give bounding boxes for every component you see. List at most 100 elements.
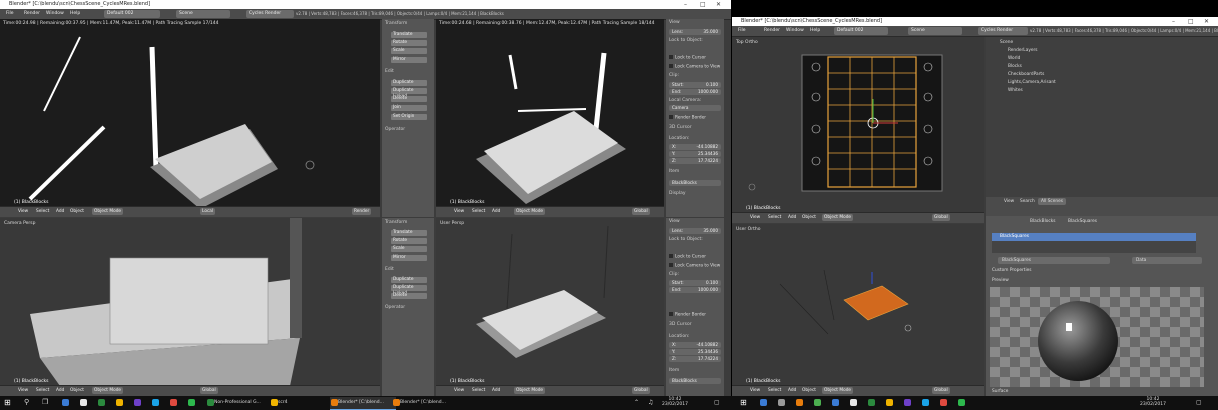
menu-view[interactable]: View <box>750 214 760 222</box>
pinned-app-icon[interactable] <box>850 399 857 406</box>
clock-2[interactable]: 10:42 23/02/2017 <box>1140 397 1166 407</box>
menu-select[interactable]: Select <box>36 387 49 395</box>
section-edit[interactable]: Edit <box>385 267 394 272</box>
menu-select[interactable]: Select <box>36 208 49 216</box>
pinned-app-icon[interactable] <box>832 399 839 406</box>
material-datablock-field[interactable]: BlackSquares <box>998 257 1110 264</box>
global-selector[interactable]: Global <box>200 387 218 394</box>
menu-view[interactable]: View <box>454 208 464 216</box>
global-selector[interactable]: Global <box>932 387 950 394</box>
task-view-icon[interactable]: ❐ <box>42 398 48 406</box>
cursor-z-field[interactable]: Z: 17.74224 <box>669 356 721 362</box>
pinned-app-icon[interactable] <box>188 399 195 406</box>
delete-button[interactable]: Delete <box>391 96 427 102</box>
camera-field[interactable]: Camera <box>669 105 721 111</box>
global-selector[interactable]: Global <box>632 208 650 215</box>
material-slot-list[interactable] <box>992 241 1196 253</box>
rotate-button[interactable]: Rotate <box>391 238 427 244</box>
layout-selector[interactable]: Default 002 <box>834 27 888 35</box>
pinned-app-icon[interactable] <box>868 399 875 406</box>
section-3d-cursor[interactable]: 3D Cursor <box>669 322 692 327</box>
translate-button[interactable]: Translate <box>391 230 427 236</box>
menu-add[interactable]: Add <box>56 387 64 395</box>
translate-button[interactable]: Translate <box>391 32 427 38</box>
menu-select[interactable]: Select <box>472 387 485 395</box>
render-border-checkbox[interactable]: Render Border <box>669 115 706 121</box>
duplicate-linked-button[interactable]: Duplicate Linked <box>391 285 427 296</box>
section-3d-cursor[interactable]: 3D Cursor <box>669 125 692 130</box>
maximize-icon[interactable]: □ <box>1188 17 1194 26</box>
pinned-app-icon[interactable] <box>904 399 911 406</box>
clip-start-field[interactable]: Start: 0.100 <box>669 280 721 286</box>
menu-add[interactable]: Add <box>788 387 796 395</box>
menu-select[interactable]: Select <box>768 387 781 395</box>
close-icon[interactable]: ✕ <box>1204 17 1209 26</box>
outliner-item-scene[interactable]: Scene <box>1000 40 1013 45</box>
duplicate-linked-button[interactable]: Duplicate Linked <box>391 88 427 99</box>
section-view[interactable]: View <box>669 219 680 224</box>
pinned-app-icon[interactable] <box>940 399 947 406</box>
section-operator[interactable]: Operator <box>385 305 405 310</box>
mirror-button[interactable]: Mirror <box>391 57 427 63</box>
pinned-app-icon[interactable] <box>116 399 123 406</box>
menu-render[interactable]: Render <box>764 27 780 35</box>
lens-field[interactable]: Lens: 35.000 <box>669 29 721 35</box>
outliner-item-checkboardparts[interactable]: CheckboardParts <box>1008 72 1044 77</box>
lock-to-cursor-checkbox[interactable]: Lock to Cursor <box>669 254 706 260</box>
menu-object[interactable]: Object <box>802 214 816 222</box>
menu-view[interactable]: View <box>750 387 760 395</box>
taskbar-app-0[interactable]: Non-Professional G... <box>206 397 272 409</box>
mode-selector[interactable]: Object Mode <box>822 214 854 221</box>
section-transform[interactable]: Transform <box>385 220 407 225</box>
global-selector[interactable]: Global <box>632 387 650 394</box>
cursor-x-field[interactable]: X: -44.10882 <box>669 342 721 348</box>
taskbar-app-2[interactable]: Blender* [C:\blend... <box>330 397 396 410</box>
material-slot-selected[interactable]: BlackSquares <box>992 233 1196 241</box>
outliner-item-whites[interactable]: Whites <box>1008 88 1023 93</box>
scene-selector[interactable]: Scene <box>176 10 230 18</box>
section-view[interactable]: View <box>669 20 680 25</box>
render-engine-selector[interactable]: Cycles Render <box>246 10 294 18</box>
menu-object[interactable]: Object <box>802 387 816 395</box>
mode-selector[interactable]: Object Mode <box>514 387 546 394</box>
taskbar-app-3[interactable]: Blender* [C:\blend... <box>392 397 458 409</box>
menu-add[interactable]: Add <box>788 214 796 222</box>
rotate-button[interactable]: Rotate <box>391 40 427 46</box>
lock-camera-checkbox[interactable]: Lock Camera to View <box>669 64 720 70</box>
lock-camera-checkbox[interactable]: Lock Camera to View <box>669 263 720 269</box>
cursor-x-field[interactable]: X: -44.10882 <box>669 144 721 150</box>
scale-button[interactable]: Scale <box>391 48 427 54</box>
maximize-icon[interactable]: □ <box>700 0 706 9</box>
scale-button[interactable]: Scale <box>391 246 427 252</box>
section-operator[interactable]: Operator <box>385 127 405 132</box>
render-button[interactable]: Render <box>352 208 372 215</box>
menu-file[interactable]: File <box>738 27 746 35</box>
pinned-app-icon[interactable] <box>958 399 965 406</box>
menu-view[interactable]: View <box>454 387 464 395</box>
menu-object[interactable]: Object <box>70 387 84 395</box>
pinned-app-icon[interactable] <box>922 399 929 406</box>
start-button-2[interactable]: ⊞ <box>740 398 747 407</box>
menu-file[interactable]: File <box>6 10 14 18</box>
global-selector[interactable]: Global <box>932 214 950 221</box>
menu-window[interactable]: Window <box>786 27 804 35</box>
section-custom-properties[interactable]: Custom Properties <box>992 268 1032 273</box>
mode-selector[interactable]: Object Mode <box>514 208 546 215</box>
menu-window[interactable]: Window <box>46 10 64 18</box>
cursor-y-field[interactable]: Y: 25.34436 <box>669 349 721 355</box>
pinned-app-icon[interactable] <box>134 399 141 406</box>
mode-selector[interactable]: Object Mode <box>92 387 124 394</box>
section-edit[interactable]: Edit <box>385 69 394 74</box>
pivot-selector[interactable]: Local <box>200 208 216 215</box>
lens-field[interactable]: Lens: 35.000 <box>669 228 721 234</box>
minimize-icon[interactable]: – <box>1172 17 1175 26</box>
start-button[interactable]: ⊞ <box>4 398 14 408</box>
render-engine-selector[interactable]: Cycles Render <box>978 27 1028 35</box>
section-transform[interactable]: Transform <box>385 21 407 26</box>
outliner-view-menu[interactable]: View <box>1004 199 1014 204</box>
cursor-y-field[interactable]: Y: 25.34436 <box>669 151 721 157</box>
viewport-camera-persp[interactable]: Camera Persp (1) BlackBlocks View Select… <box>0 218 380 396</box>
render-border-checkbox[interactable]: Render Border <box>669 312 706 318</box>
outliner-item-world[interactable]: World <box>1008 56 1020 61</box>
pinned-app-icon[interactable] <box>152 399 159 406</box>
